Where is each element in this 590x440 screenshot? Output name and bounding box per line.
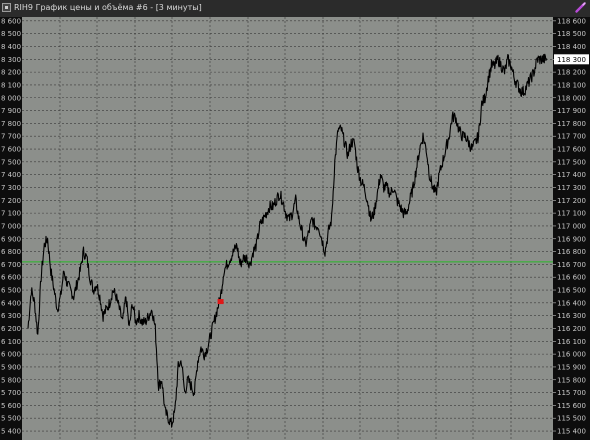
- left-axis-tick-label: 6 500: [1, 287, 21, 295]
- left-axis-tick-label: 7 600: [1, 146, 21, 154]
- left-axis-tick-label: 8 300: [1, 56, 21, 64]
- left-axis-tick-label: 8 600: [1, 17, 21, 25]
- right-axis-tick-label: 117 600: [557, 146, 586, 154]
- right-axis-tick-label: 116 400: [557, 299, 586, 307]
- window-icon[interactable]: [2, 3, 11, 12]
- right-axis-tick-label: 116 500: [557, 287, 586, 295]
- price-chart[interactable]: 8 600 8 500 8 400 8 300 8 200 8 100 8 000 7 900…: [0, 17, 590, 440]
- current-price-label: 118 300: [557, 56, 586, 64]
- left-axis-tick-label: 7 800: [1, 120, 21, 128]
- right-axis-tick-label: 116 700: [557, 261, 586, 269]
- left-axis-tick-label: 7 700: [1, 133, 21, 141]
- chart-window: RIH9 График цены и объёма #6 - [3 минуты…: [0, 0, 590, 440]
- right-axis-tick-label: 118 600: [557, 17, 586, 25]
- window-title: RIH9 График цены и объёма #6 - [3 минуты…: [14, 3, 202, 12]
- right-axis-tick-label: 117 900: [557, 107, 586, 115]
- left-axis-tick-label: 6 900: [1, 235, 21, 243]
- right-axis-tick-label: 116 200: [557, 325, 586, 333]
- left-axis-tick-label: 5 600: [1, 402, 21, 410]
- plot-area[interactable]: [22, 17, 553, 440]
- right-axis-tick-label: 116 300: [557, 312, 586, 320]
- right-axis-tick-label: 117 800: [557, 120, 586, 128]
- current-price-tag: 118 300: [554, 54, 589, 65]
- left-axis-tick-label: 5 400: [1, 428, 21, 436]
- left-axis-tick-label: 7 500: [1, 158, 21, 166]
- left-axis-tick-label: 8 200: [1, 69, 21, 77]
- right-axis-tick-label: 117 000: [557, 222, 586, 230]
- left-axis-tick-label: 6 400: [1, 299, 21, 307]
- left-axis-tick-label: 6 300: [1, 312, 21, 320]
- right-axis-tick-label: 115 600: [557, 402, 586, 410]
- left-axis-tick-label: 8 500: [1, 30, 21, 38]
- left-axis-tick-label: 8 100: [1, 81, 21, 89]
- left-axis-tick-label: 8 400: [1, 43, 21, 51]
- right-axis-tick-label: 115 400: [557, 428, 586, 436]
- left-axis-tick-label: 5 900: [1, 363, 21, 371]
- left-axis-tick-label: 6 000: [1, 351, 21, 359]
- left-axis-tick-label: 5 500: [1, 415, 21, 423]
- right-axis-tick-label: 118 200: [557, 69, 586, 77]
- left-axis-tick-label: 7 900: [1, 107, 21, 115]
- title-bar[interactable]: RIH9 График цены и объёма #6 - [3 минуты…: [0, 0, 590, 18]
- pen-icon[interactable]: [574, 1, 587, 14]
- right-axis-tick-label: 117 500: [557, 158, 586, 166]
- right-axis-tick-label: 117 300: [557, 184, 586, 192]
- right-axis-tick-label: 115 700: [557, 389, 586, 397]
- left-axis-tick-label: 7 300: [1, 184, 21, 192]
- right-axis-tick-label: 115 900: [557, 363, 586, 371]
- left-axis-tick-label: 6 100: [1, 338, 21, 346]
- left-axis-tick-label: 7 200: [1, 197, 21, 205]
- right-axis-tick-label: 118 100: [557, 81, 586, 89]
- right-axis-tick-label: 115 800: [557, 376, 586, 384]
- right-axis-tick-label: 116 900: [557, 235, 586, 243]
- right-axis-tick-label: 117 100: [557, 210, 586, 218]
- left-axis-tick-label: 5 700: [1, 389, 21, 397]
- left-axis-tick-label: 8 000: [1, 94, 21, 102]
- right-axis-tick-label: 116 100: [557, 338, 586, 346]
- left-axis-tick-label: 6 600: [1, 274, 21, 282]
- right-axis-tick-label: 117 200: [557, 197, 586, 205]
- right-axis-tick-label: 116 600: [557, 274, 586, 282]
- right-axis-tick-label: 118 400: [557, 43, 586, 51]
- right-axis-tick-label: 117 700: [557, 133, 586, 141]
- left-axis-tick-label: 5 800: [1, 376, 21, 384]
- right-axis-tick-label: 116 800: [557, 248, 586, 256]
- price-marker[interactable]: [217, 299, 224, 305]
- right-axis-tick-label: 117 400: [557, 171, 586, 179]
- left-axis-tick-label: 7 400: [1, 171, 21, 179]
- left-axis-tick-label: 6 800: [1, 248, 21, 256]
- right-axis-tick-label: 116 000: [557, 351, 586, 359]
- left-axis-tick-label: 7 000: [1, 222, 21, 230]
- right-axis-tick-label: 118 500: [557, 30, 586, 38]
- left-axis-tick-label: 6 700: [1, 261, 21, 269]
- right-axis-tick-label: 115 500: [557, 415, 586, 423]
- left-axis-tick-label: 6 200: [1, 325, 21, 333]
- right-axis-tick-label: 118 000: [557, 94, 586, 102]
- left-axis-tick-label: 7 100: [1, 210, 21, 218]
